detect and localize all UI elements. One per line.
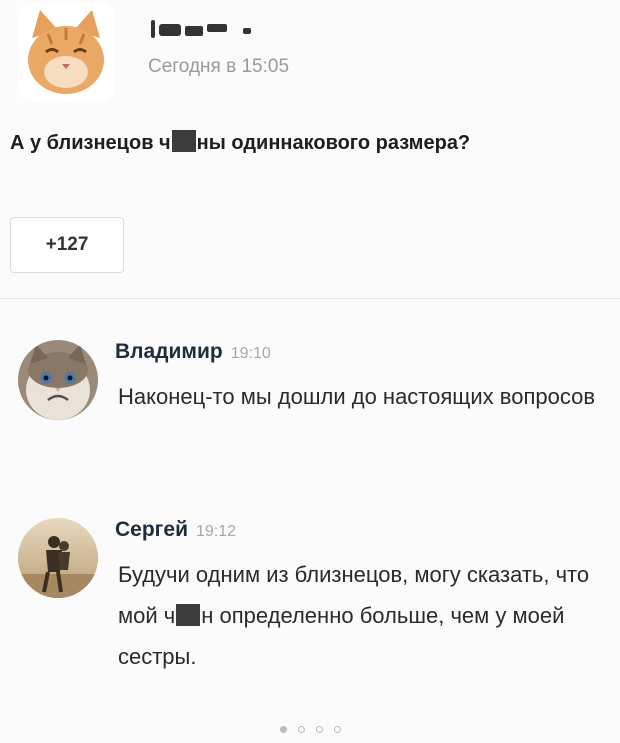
comment-time: 19:10 [230, 345, 271, 362]
comment-header: Владимир 19:10 [115, 340, 271, 364]
pagination-dot[interactable] [297, 726, 305, 733]
post-text-end: ны одиннакового размера? [196, 132, 471, 154]
ginger-cat-icon [18, 4, 114, 100]
pagination-dot[interactable] [279, 726, 287, 733]
comment-text: Будучи одним из близнецов, могу сказать,… [118, 554, 608, 677]
couple-photo-icon [18, 518, 98, 598]
post-text-start: А у близнецов ч [10, 132, 171, 154]
post-timestamp: Сегодня в 15:05 [148, 56, 290, 77]
redaction-block [171, 130, 196, 152]
comment-text: Наконец-то мы дошли до настоящих вопросо… [118, 384, 596, 409]
pagination-dot[interactable] [333, 726, 341, 733]
pagination-dots [0, 726, 620, 733]
post-author-avatar[interactable] [18, 4, 114, 100]
commenter-avatar[interactable] [18, 518, 98, 598]
post-author-name[interactable] [145, 14, 295, 44]
comment-header: Сергей 19:12 [115, 518, 236, 542]
commenter-avatar[interactable] [18, 340, 98, 420]
comment-time: 19:12 [196, 523, 237, 540]
like-button[interactable]: +127 [10, 217, 124, 273]
commenter-name[interactable]: Сергей [115, 518, 188, 541]
pagination-dot[interactable] [315, 726, 323, 733]
divider [0, 298, 620, 299]
post-text: А у близнецов ч ны одиннакового размера? [10, 128, 600, 159]
grumpy-cat-icon [18, 340, 98, 420]
redaction-block [176, 604, 201, 626]
commenter-name[interactable]: Владимир [115, 340, 223, 363]
